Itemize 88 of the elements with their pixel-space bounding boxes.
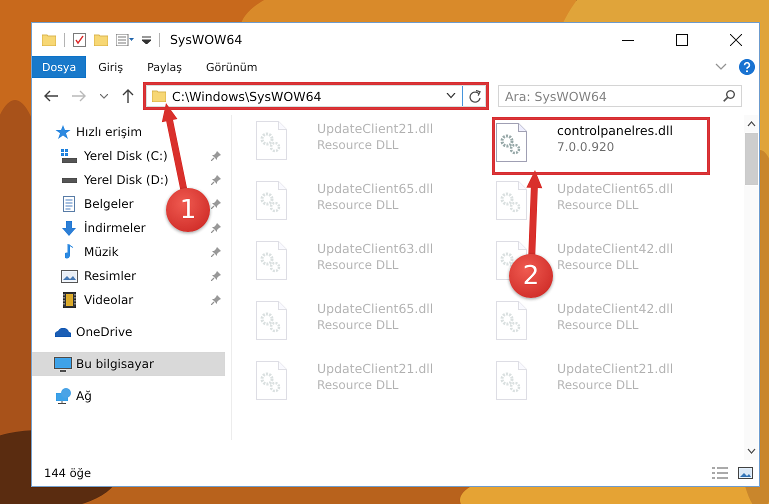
scrollbar-thumb[interactable] bbox=[745, 133, 758, 185]
pin-icon[interactable] bbox=[211, 295, 221, 305]
star-icon bbox=[55, 124, 71, 140]
ribbon-tab[interactable]: Görünüm bbox=[194, 56, 270, 78]
file-detail: Resource DLL bbox=[317, 258, 400, 272]
drive-icon bbox=[61, 149, 77, 163]
customize-menu-icon[interactable] bbox=[142, 36, 151, 44]
file-detail: Resource DLL bbox=[317, 318, 400, 332]
file-detail: Resource DLL bbox=[317, 198, 400, 212]
sidebar-item[interactable]: İndirmeler bbox=[84, 221, 146, 235]
item-count: 144 öğe bbox=[44, 466, 92, 480]
ribbon-tab[interactable]: Paylaş bbox=[135, 56, 194, 78]
dll-file-icon bbox=[496, 123, 527, 162]
file-name: UpdateClient63.dll bbox=[317, 241, 434, 256]
expand-ribbon-icon[interactable] bbox=[715, 63, 727, 71]
file-name: UpdateClient65.dll bbox=[317, 301, 434, 316]
file-name: UpdateClient21.dll bbox=[317, 121, 434, 136]
file-detail: Resource DLL bbox=[317, 378, 400, 392]
sidebar-item[interactable]: Bu bilgisayar bbox=[32, 352, 225, 376]
scroll-up-icon[interactable] bbox=[747, 121, 756, 127]
scrollbar[interactable] bbox=[744, 115, 759, 460]
sidebar-item[interactable]: OneDrive bbox=[76, 325, 132, 339]
folder-icon bbox=[152, 90, 166, 102]
document-icon bbox=[63, 196, 75, 212]
file-name: controlpanelres.dll bbox=[557, 123, 673, 138]
folder-icon bbox=[42, 34, 56, 46]
monitor-icon bbox=[54, 356, 72, 372]
file-item[interactable]: controlpanelres.dll 7.0.0.920 bbox=[492, 117, 710, 175]
maximize-icon[interactable] bbox=[676, 34, 688, 46]
sidebar-item[interactable]: Yerel Disk (D:) bbox=[84, 173, 169, 187]
pin-icon[interactable] bbox=[211, 223, 221, 233]
recent-locations-icon[interactable] bbox=[100, 94, 108, 98]
file-detail: Resource DLL bbox=[557, 378, 640, 392]
window-title: SysWOW64 bbox=[170, 32, 242, 47]
scroll-down-icon[interactable] bbox=[747, 448, 756, 454]
view-options-icon[interactable] bbox=[116, 34, 134, 46]
properties-icon[interactable] bbox=[73, 32, 86, 46]
dropdown-icon[interactable] bbox=[446, 93, 456, 99]
up-icon[interactable] bbox=[122, 89, 134, 103]
dll-file-icon bbox=[496, 301, 527, 340]
pin-icon[interactable] bbox=[211, 151, 221, 161]
search-field[interactable]: Ara: SysWOW64 bbox=[498, 85, 742, 107]
pin-icon[interactable] bbox=[211, 175, 221, 185]
pin-icon[interactable] bbox=[211, 247, 221, 257]
dll-file-icon bbox=[256, 181, 287, 220]
sidebar-item[interactable]: Müzik bbox=[84, 245, 119, 259]
help-icon[interactable] bbox=[739, 59, 755, 75]
file-detail: Resource DLL bbox=[557, 198, 640, 212]
music-note-icon bbox=[64, 244, 74, 260]
file-name: UpdateClient42.dll bbox=[557, 241, 674, 256]
sidebar-item[interactable]: Ağ bbox=[76, 389, 92, 403]
dll-file-icon bbox=[496, 361, 527, 400]
close-icon[interactable] bbox=[730, 34, 742, 46]
file-detail: Resource DLL bbox=[557, 318, 640, 332]
file-detail: 7.0.0.920 bbox=[557, 140, 616, 154]
address-bar[interactable]: C:\Windows\SysWOW64 bbox=[146, 85, 486, 107]
large-icons-view-icon[interactable] bbox=[738, 467, 753, 479]
network-icon bbox=[55, 388, 71, 404]
file-detail: Resource DLL bbox=[557, 258, 640, 272]
refresh-icon[interactable] bbox=[469, 90, 481, 102]
picture-icon bbox=[60, 270, 78, 282]
ribbon-tab[interactable]: Giriş bbox=[86, 56, 136, 78]
sidebar-item[interactable]: Yerel Disk (C:) bbox=[84, 149, 168, 163]
file-name: UpdateClient65.dll bbox=[557, 181, 674, 196]
dll-file-icon bbox=[256, 121, 287, 160]
sidebar-item[interactable]: Hızlı erişim bbox=[76, 125, 142, 139]
dll-file-icon bbox=[256, 301, 287, 340]
file-detail: Resource DLL bbox=[317, 138, 400, 152]
file-name: UpdateClient21.dll bbox=[317, 361, 434, 376]
download-arrow-icon bbox=[62, 220, 76, 236]
dll-file-icon bbox=[256, 241, 287, 280]
ribbon-tab[interactable]: Dosya bbox=[32, 56, 86, 78]
cloud-icon bbox=[55, 328, 71, 336]
dll-file-icon bbox=[496, 181, 527, 220]
pin-icon[interactable] bbox=[211, 199, 221, 209]
search-icon[interactable] bbox=[723, 90, 735, 102]
file-name: UpdateClient21.dll bbox=[557, 361, 674, 376]
details-view-icon[interactable] bbox=[712, 467, 728, 479]
film-icon bbox=[62, 292, 76, 308]
sidebar-item[interactable]: Belgeler bbox=[84, 197, 134, 211]
dll-file-icon bbox=[256, 361, 287, 400]
sidebar-item[interactable]: Resimler bbox=[84, 269, 136, 283]
back-icon[interactable] bbox=[44, 90, 58, 102]
drive-icon bbox=[62, 178, 76, 182]
sidebar-item[interactable]: Videolar bbox=[84, 293, 134, 307]
pin-icon[interactable] bbox=[211, 271, 221, 281]
file-name: UpdateClient65.dll bbox=[317, 181, 434, 196]
file-name: UpdateClient42.dll bbox=[557, 301, 674, 316]
